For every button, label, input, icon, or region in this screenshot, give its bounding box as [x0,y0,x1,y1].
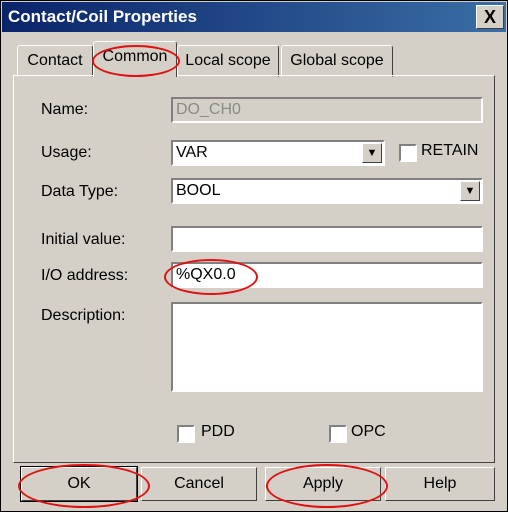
apply-button[interactable]: Apply [265,467,381,501]
cancel-button[interactable]: Cancel [141,467,257,501]
common-tab-panel [13,75,495,463]
properties-dialog: Contact/Coil Properties X Contact Common… [0,0,508,512]
close-button[interactable]: X [476,5,504,29]
dialog-title: Contact/Coil Properties [8,7,197,26]
tab-common[interactable]: Common [93,41,177,77]
title-bar[interactable]: Contact/Coil Properties X [2,2,506,32]
tab-local-scope[interactable]: Local scope [177,45,279,77]
help-button[interactable]: Help [385,467,495,501]
tab-global-scope[interactable]: Global scope [281,45,393,77]
ok-button[interactable]: OK [20,466,138,502]
tab-contact[interactable]: Contact [17,45,93,77]
